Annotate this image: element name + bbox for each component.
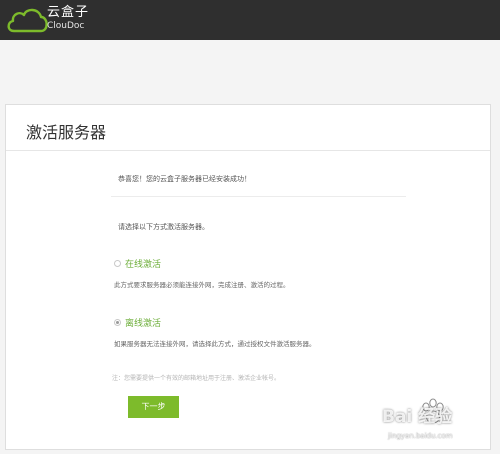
logo-subtitle: ClouDoc	[47, 21, 85, 31]
message-divider	[111, 196, 406, 197]
choose-method-text: 请选择以下方式激活服务器。	[118, 223, 209, 231]
watermark-url: jingyan.baidu.com	[388, 432, 453, 440]
online-activation-label[interactable]: 在线激活	[125, 257, 161, 270]
email-note: 注：您需要提供一个有效的邮箱地址用于注册、激活企业帐号。	[112, 375, 281, 382]
page-title: 激活服务器	[26, 123, 107, 142]
offline-activation-label[interactable]: 离线激活	[125, 316, 161, 329]
next-step-button[interactable]: 下一步	[128, 396, 179, 418]
success-message: 恭喜您！您的云盒子服务器已经安装成功！	[118, 175, 251, 183]
offline-activation-radio[interactable]	[114, 319, 121, 326]
logo-name: 云盒子	[47, 5, 90, 20]
watermark-text: Bai 经验	[382, 407, 453, 427]
top-bar: 云盒子 ClouDoc	[0, 0, 500, 40]
online-activation-radio[interactable]	[114, 260, 121, 267]
online-activation-desc: 此方式要求服务器必须能连接外网，完成注册、激活的过程。	[114, 281, 290, 289]
offline-activation-desc: 如果服务器无法连接外网，请选择此方式，通过授权文件激活服务器。	[114, 340, 316, 348]
title-divider	[6, 150, 490, 151]
